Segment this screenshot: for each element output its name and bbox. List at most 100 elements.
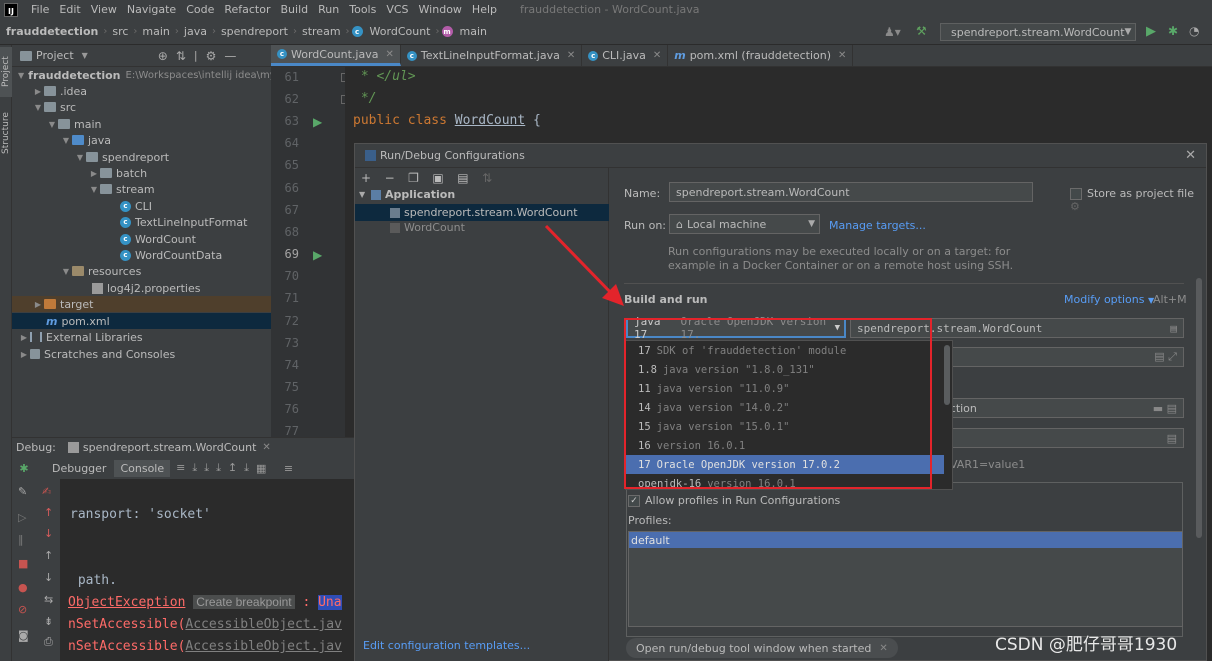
folder-icon[interactable]: ▤ [457, 171, 468, 185]
tree-node-frauddetection[interactable]: ▼ frauddetection E:\Workspaces\intellij … [12, 67, 276, 83]
add-user-icon[interactable]: ♟▾ [884, 25, 901, 39]
gear-icon[interactable]: ⚙ [206, 49, 217, 63]
scroll-up-icon[interactable]: ↑ [44, 549, 53, 562]
menu-navigate[interactable]: Navigate [122, 3, 181, 16]
tree-group-application[interactable]: ▼ Application [359, 188, 455, 201]
tab-debugger[interactable]: Debugger [46, 460, 112, 477]
expand-icon[interactable]: ▤ ⤢ [1154, 350, 1177, 364]
copy-icon[interactable]: ❐ [408, 171, 419, 185]
stack-link[interactable]: AccessibleObject.jav [185, 639, 342, 654]
menu-view[interactable]: View [86, 3, 122, 16]
frames-icon[interactable]: ▦ ≡ [256, 462, 300, 475]
chevron-right-icon[interactable]: ▶ [32, 300, 44, 309]
breakpoint-edit-icon[interactable]: ✍ [42, 485, 51, 498]
close-icon[interactable]: ✕ [385, 49, 393, 60]
manage-targets-link[interactable]: Manage targets... [829, 219, 926, 232]
menu-file[interactable]: File [26, 3, 54, 16]
tab-pom-xml[interactable]: m pom.xml (frauddetection) ✕ [668, 45, 854, 66]
scroll-end-icon[interactable]: ⇟ [44, 615, 53, 628]
breadcrumb-main[interactable]: main [139, 25, 172, 38]
working-directory-input[interactable]: ection ▬ ▤ [936, 398, 1184, 418]
browse-icon[interactable]: ▤ [1170, 322, 1177, 335]
tree-node-main[interactable]: ▼ main [12, 116, 271, 132]
camera-icon[interactable]: ◙ [18, 629, 29, 642]
run-icon[interactable]: ▶ [1146, 24, 1156, 39]
breadcrumb-java[interactable]: java [181, 25, 210, 38]
tree-node-java[interactable]: ▼ java [12, 132, 271, 148]
tree-node-textlineinputformat[interactable]: c TextLineInputFormat [12, 214, 271, 230]
chevron-down-icon[interactable]: ▼ [32, 103, 44, 112]
allow-profiles-checkbox[interactable]: ✓ [628, 495, 640, 507]
tab-cli-java[interactable]: c CLI.java ✕ [582, 45, 669, 66]
folder-browse-icon[interactable]: ▬ ▤ [1153, 402, 1177, 415]
allow-profiles-option[interactable]: ✓ Allow profiles in Run Configurations [628, 494, 840, 507]
chevron-right-icon[interactable]: ▶ [18, 333, 30, 342]
menu-window[interactable]: Window [414, 3, 467, 16]
open-tool-window-chip[interactable]: Open run/debug tool window when started … [626, 638, 898, 658]
tree-node-pom[interactable]: m pom.xml [12, 313, 271, 329]
collapse-icon[interactable]: ⇅ [176, 49, 186, 63]
pause-icon[interactable]: ‖ [18, 533, 24, 546]
program-arguments-input[interactable]: ▤ ⤢ [936, 347, 1184, 367]
breadcrumb-src[interactable]: src [109, 25, 131, 38]
rerun-icon[interactable]: ✱ [12, 462, 36, 475]
menu-refactor[interactable]: Refactor [219, 3, 275, 16]
tab-textlineinputformat-java[interactable]: c TextLineInputFormat.java ✕ [401, 45, 583, 66]
tree-node-batch[interactable]: ▶ batch [12, 165, 271, 181]
menu-build[interactable]: Build [276, 3, 314, 16]
arrow-down-icon[interactable]: ↓ [44, 527, 53, 540]
chevron-down-icon[interactable]: ▼ [18, 71, 24, 80]
soft-wrap-icon[interactable]: ⇆ [44, 593, 53, 606]
step-icons[interactable]: ≡⤓⤓⤓↥⤓ [176, 461, 256, 475]
menu-tools[interactable]: Tools [344, 3, 381, 16]
chevron-down-icon[interactable]: ▼ [46, 120, 58, 129]
chevron-right-icon[interactable]: ▶ [18, 350, 30, 359]
chevron-down-icon[interactable]: ▼ [74, 153, 86, 162]
tree-node-cli[interactable]: c CLI [12, 198, 271, 214]
run-gutter-icon[interactable]: ▶ [313, 115, 322, 129]
view-breakpoints-icon[interactable]: ● [18, 581, 28, 594]
name-input[interactable]: spendreport.stream.WordCount [669, 182, 1033, 202]
tree-node-src[interactable]: ▼ src [12, 99, 271, 115]
minimize-icon[interactable]: — [224, 49, 236, 63]
wrench-icon[interactable]: ✎ [18, 485, 27, 498]
close-icon[interactable]: ✕ [1185, 148, 1196, 163]
create-breakpoint-hint[interactable]: Create breakpoint [193, 595, 295, 609]
store-checkbox[interactable] [1070, 188, 1082, 200]
debug-icon[interactable]: ✱ [1168, 24, 1178, 38]
env-variables-input[interactable]: ▤ [936, 428, 1184, 448]
menu-run[interactable]: Run [313, 3, 344, 16]
tree-node-spendreport[interactable]: ▼ spendreport [12, 149, 271, 165]
breadcrumb-project[interactable]: frauddetection [0, 25, 101, 38]
tree-node-idea[interactable]: ▶ .idea [12, 83, 271, 99]
tree-node-stream[interactable]: ▼ stream [12, 181, 271, 197]
tree-node-external-libraries[interactable]: ▶ External Libraries [12, 329, 271, 345]
print-icon[interactable]: ⎙ [44, 635, 53, 649]
chevron-right-icon[interactable]: ▶ [32, 87, 44, 96]
breadcrumb-main-method[interactable]: main [457, 25, 490, 38]
tree-node-wordcountdata[interactable]: c WordCountData [12, 247, 271, 263]
chevron-down-icon[interactable]: ▼ [88, 185, 100, 194]
menu-edit[interactable]: Edit [54, 3, 85, 16]
stack-link[interactable]: AccessibleObject.jav [185, 617, 342, 632]
tree-node-resources[interactable]: ▼ resources [12, 263, 271, 279]
debug-console-output[interactable]: ransport: 'socket' path. ObjectException… [60, 479, 354, 661]
profile-item-default[interactable]: default [629, 532, 1182, 548]
dropdown-scrollbar[interactable] [944, 345, 950, 405]
tab-console[interactable]: Console [114, 459, 171, 477]
close-icon[interactable]: ✕ [838, 50, 846, 61]
dialog-scrollbar[interactable] [1196, 278, 1202, 538]
resume-icon[interactable]: ▷ [18, 511, 26, 524]
breadcrumb-stream[interactable]: stream [299, 25, 344, 38]
tree-node-wordcount[interactable]: c WordCount [12, 231, 271, 247]
run-on-select[interactable]: ⌂ Local machine ▼ [669, 214, 820, 234]
tree-node-log4j2[interactable]: log4j2.properties [12, 280, 271, 296]
chevron-down-icon[interactable]: ▼ [82, 51, 88, 60]
debug-session-tab[interactable]: spendreport.stream.WordCount [83, 441, 257, 454]
profiles-list[interactable]: default [628, 531, 1183, 627]
structure-tool-tab[interactable]: Structure [0, 109, 12, 157]
menu-help[interactable]: Help [467, 3, 502, 16]
breadcrumb-wordcount[interactable]: WordCount [367, 25, 434, 38]
config-item-spendreport[interactable]: spendreport.stream.WordCount [355, 204, 609, 221]
add-icon[interactable]: + [361, 171, 371, 185]
